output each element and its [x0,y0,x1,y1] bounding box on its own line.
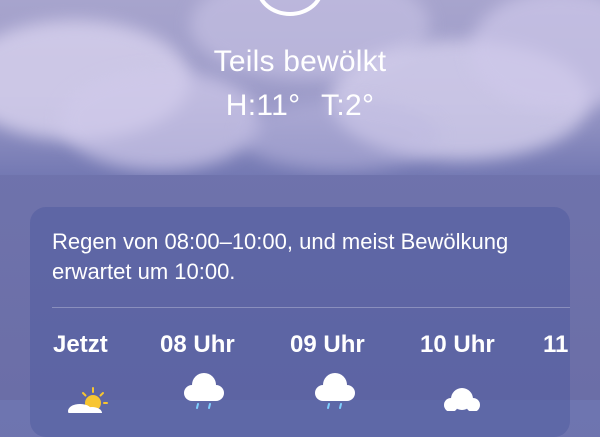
high-temperature: H:11° [225,89,301,122]
low-temperature: T:2° [321,89,375,122]
partly-sunny-icon [68,387,108,413]
current-condition: Teils bewölkt [213,45,387,78]
cloud-icon [444,388,480,411]
hour-label-10: 10 Uhr [420,331,495,358]
rain-cloud-icon [315,373,355,409]
hour-label-08: 08 Uhr [160,331,235,358]
hourly-forecast-card[interactable]: Regen von 08:00–10:00, und meist Bewölku… [30,207,570,437]
card-divider [52,307,570,308]
high-low-temperature: H:11° T:2° [0,89,600,123]
hour-label-11: 11 [543,331,569,358]
rain-cloud-icon [184,373,224,409]
hour-label-09: 09 Uhr [290,331,365,358]
sky-background [0,0,600,175]
hour-label-now: Jetzt [53,331,108,358]
forecast-summary: Regen von 08:00–10:00, und meist Bewölku… [52,229,509,284]
